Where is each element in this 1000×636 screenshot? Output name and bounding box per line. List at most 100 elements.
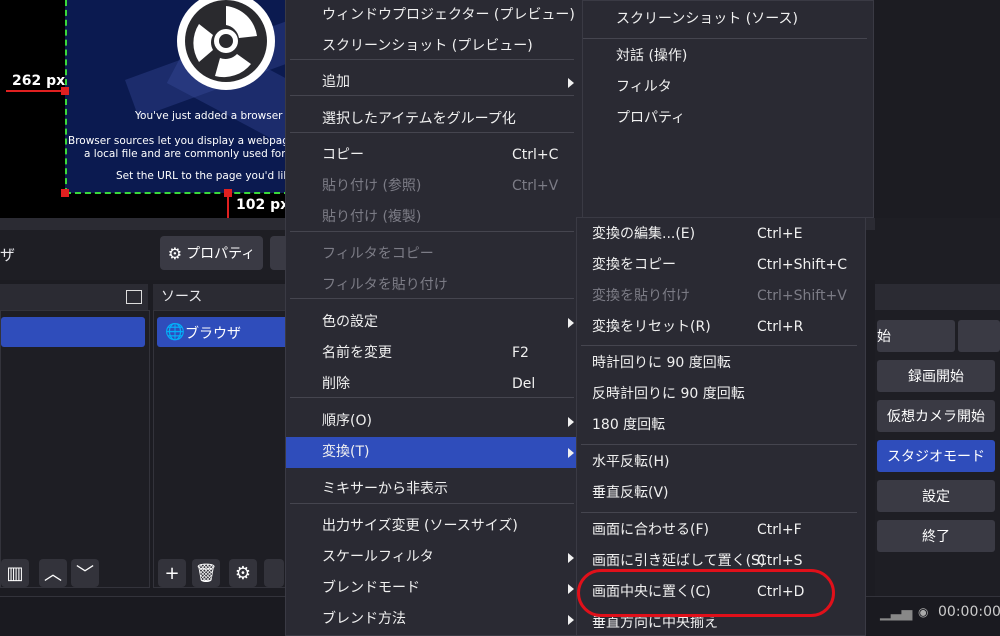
menu-item[interactable]: ミキサーから非表示	[286, 474, 582, 505]
transform-menu-item: 変換を貼り付け Ctrl+Shift+V	[577, 281, 865, 312]
menu-item-label: 変換(T)	[322, 444, 370, 460]
chevron-up-icon[interactable]	[264, 559, 284, 587]
menu-item[interactable]: スクリーンショット (プレビュー)	[286, 31, 582, 62]
submenu-arrow-icon	[568, 417, 574, 427]
menu-item[interactable]: 変換(T)	[286, 437, 582, 468]
preview-canvas[interactable]: You've just added a browser s Browser so…	[0, 0, 290, 218]
menu-item[interactable]: ブレンド方法	[286, 604, 582, 635]
sources-pane: 🌐 ブラウザ + 🗑 ⚙	[153, 310, 293, 588]
trash-icon[interactable]: 🗑	[192, 559, 220, 587]
menu-item[interactable]: 出力サイズ変更 (ソースサイズ)	[286, 511, 582, 542]
menu-item-shortcut: Ctrl+Shift+V	[757, 288, 847, 304]
menu-item: 貼り付け (複製)	[286, 202, 582, 233]
menu-item[interactable]: 順序(O)	[286, 406, 582, 437]
menu-item-shortcut: Ctrl+F	[757, 522, 802, 538]
start-streaming-button[interactable]: 始	[877, 320, 955, 352]
transform-menu-item[interactable]: 画面に合わせる(F) Ctrl+F	[577, 515, 865, 546]
menu-item-label: 反時計回りに 90 度回転	[592, 386, 745, 402]
menu-item[interactable]: 色の設定	[286, 307, 582, 338]
menu-item-label: 180 度回転	[592, 417, 666, 433]
scenes-header	[0, 284, 148, 310]
globe-icon: 🌐	[165, 322, 185, 341]
menu-item-label: 変換の編集...(E)	[592, 226, 696, 242]
left-distance-label: 262 px	[12, 73, 66, 89]
menu-item[interactable]: スケールフィルタ	[286, 542, 582, 573]
menu-item[interactable]: コピー Ctrl+C	[286, 140, 582, 171]
menu-item: 貼り付け (参照) Ctrl+V	[286, 171, 582, 202]
chevron-down-icon[interactable]: ﹀	[71, 559, 99, 587]
transform-menu-item[interactable]: 変換をコピー Ctrl+Shift+C	[577, 250, 865, 281]
distance-indicator	[6, 90, 64, 92]
menu-item[interactable]: 対話 (操作)	[583, 41, 873, 72]
menu-item[interactable]: 削除 Del	[286, 369, 582, 400]
settings-button[interactable]: 設定	[877, 480, 995, 512]
bottom-distance-label: 102 px	[236, 197, 290, 213]
properties-label: プロパティ	[186, 246, 256, 262]
exit-button[interactable]: 終了	[877, 520, 995, 552]
transform-menu-item[interactable]: 水平反転(H)	[577, 447, 865, 478]
menu-item-label: ミキサーから非表示	[322, 481, 448, 497]
signal-icon: ▁▃▅	[880, 605, 913, 621]
menu-item[interactable]: フィルタ	[583, 72, 873, 103]
menu-item-label: ブレンド方法	[322, 611, 406, 627]
add-icon[interactable]: +	[158, 559, 186, 587]
submenu-arrow-icon	[568, 553, 574, 563]
recording-indicator-icon: ◉	[918, 605, 929, 619]
menu-item-label: 変換をコピー	[592, 257, 676, 273]
preview-text-line: Set the URL to the page you'd like	[116, 170, 290, 182]
menu-item-label: 変換をリセット(R)	[592, 319, 711, 335]
menu-item[interactable]: 名前を変更 F2	[286, 338, 582, 369]
guide-line	[65, 192, 290, 194]
chevron-up-icon[interactable]: ︿	[39, 559, 67, 587]
menu-item-label: 画面に合わせる(F)	[592, 522, 709, 538]
distance-indicator	[227, 194, 229, 218]
menu-item-shortcut: Del	[512, 376, 536, 392]
menu-separator	[583, 38, 867, 39]
upper-context-menu: スクリーンショット (ソース) 対話 (操作) フィルタプロパティ	[582, 0, 874, 218]
resize-handle[interactable]	[61, 189, 69, 197]
transform-menu-item[interactable]: 変換の編集...(E) Ctrl+E	[577, 219, 865, 250]
highlight-annotation	[577, 569, 835, 617]
menu-item-label: 選択したアイテムをグループ化	[322, 111, 516, 127]
menu-item[interactable]: ウィンドウプロジェクター (プレビュー)	[286, 0, 582, 31]
source-item-browser[interactable]: 🌐 ブラウザ	[157, 317, 291, 347]
virtual-camera-button[interactable]: 仮想カメラ開始	[877, 400, 995, 432]
sources-header: ソース	[153, 284, 293, 310]
menu-item-label: 変換を貼り付け	[592, 288, 690, 304]
preview-text-line: Browser sources let you display a webpag…	[68, 135, 290, 147]
menu-item-label: 名前を変更	[322, 345, 392, 361]
gear-icon[interactable]: ⚙	[229, 559, 257, 587]
properties-button[interactable]: ⚙ プロパティ	[160, 236, 263, 270]
menu-separator	[581, 345, 857, 346]
studio-mode-button[interactable]: スタジオモード	[877, 440, 995, 472]
scenes-pane: ▥ ︿ ﹀	[0, 310, 150, 588]
menu-item[interactable]: プロパティ	[583, 103, 873, 134]
menu-item-label: スクリーンショット (ソース)	[616, 11, 798, 27]
status-time: 00:00:00	[938, 604, 1000, 620]
extra-button[interactable]	[958, 320, 1000, 352]
menu-item-label: フィルタをコピー	[322, 246, 434, 262]
menu-item-label: スケールフィルタ	[322, 549, 434, 565]
window-icon[interactable]	[126, 290, 142, 304]
menu-item-label: ウィンドウプロジェクター (プレビュー)	[322, 7, 575, 23]
menu-item[interactable]: 追加	[286, 67, 582, 98]
menu-item[interactable]: ブレンドモード	[286, 573, 582, 604]
menu-item[interactable]: スクリーンショット (ソース)	[583, 4, 873, 35]
start-recording-button[interactable]: 録画開始	[877, 360, 995, 392]
scene-item[interactable]	[1, 317, 145, 347]
menu-item-label: 時計回りに 90 度回転	[592, 355, 731, 371]
menu-item-label: 貼り付け (複製)	[322, 209, 422, 225]
controls-header	[875, 284, 1000, 310]
menu-item-label: フィルタ	[616, 79, 672, 95]
submenu-arrow-icon	[568, 584, 574, 594]
transform-menu-item[interactable]: 反時計回りに 90 度回転	[577, 379, 865, 410]
menu-item: フィルタをコピー	[286, 239, 582, 270]
transform-menu-item[interactable]: 時計回りに 90 度回転	[577, 348, 865, 379]
transform-menu-item[interactable]: 変換をリセット(R) Ctrl+R	[577, 312, 865, 343]
transform-menu-item[interactable]: 垂直反転(V)	[577, 478, 865, 509]
filter-icon[interactable]: ▥	[1, 559, 29, 587]
transform-menu-item[interactable]: 180 度回転	[577, 410, 865, 441]
menu-item[interactable]: 選択したアイテムをグループ化	[286, 104, 582, 135]
obs-logo	[177, 0, 275, 90]
submenu-arrow-icon	[568, 318, 574, 328]
